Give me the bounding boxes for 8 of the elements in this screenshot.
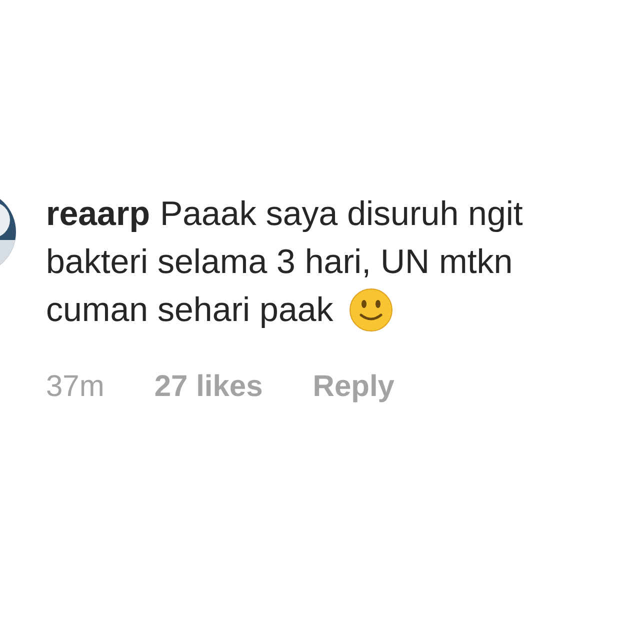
reply-link[interactable]: Reply — [312, 364, 394, 409]
username-link[interactable]: reaarp — [46, 190, 150, 238]
comment-text: bakteri selama 3 hari, UN mtkn — [46, 242, 513, 283]
likes-link[interactable]: 27 likes — [154, 364, 263, 409]
smiley-icon — [349, 288, 394, 332]
timestamp: 37m — [46, 369, 104, 405]
comment-text: Paaak saya disuruh ngit — [160, 194, 523, 235]
comment-text: cuman sehari paak — [46, 290, 334, 331]
